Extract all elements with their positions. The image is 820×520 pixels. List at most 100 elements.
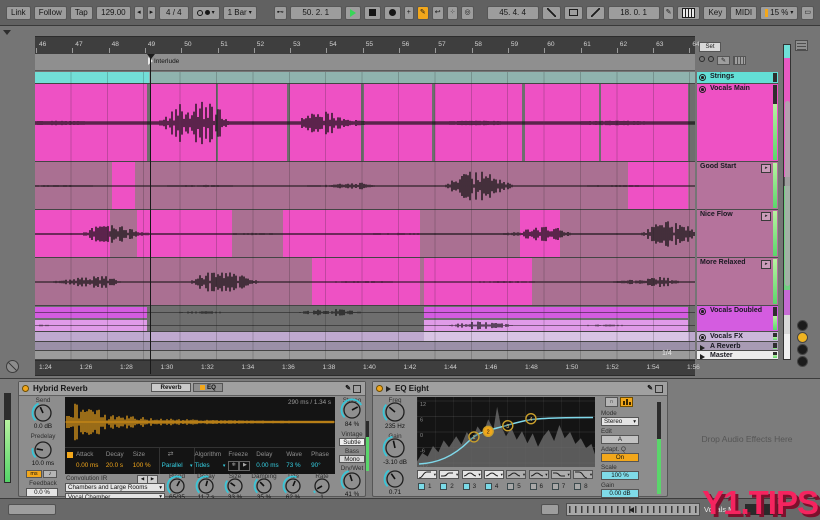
band-on-checkbox[interactable]	[574, 483, 582, 490]
band-filter-type-dropdown[interactable]: ▾	[573, 470, 594, 479]
band-on-checkbox[interactable]	[440, 483, 448, 490]
fold-arrow-icon[interactable]	[3, 30, 11, 35]
nudge-up-button[interactable]: ▸	[146, 5, 157, 20]
audio-clip[interactable]	[148, 72, 695, 83]
clip-overview-zoom-button[interactable]	[541, 504, 559, 515]
loop-button[interactable]	[563, 5, 583, 20]
io-toggle-icon[interactable]	[699, 56, 705, 62]
band-filter-type-dropdown[interactable]: ▾	[550, 470, 571, 479]
time-ruler[interactable]: 1:24 1:26 1:28 1:30 1:32 1:34 1:36 1:38 1:40 1:42…	[35, 360, 700, 376]
decay-param[interactable]: Decay 20.0 s	[106, 448, 133, 474]
clip-lane-good-start[interactable]	[35, 162, 695, 210]
predelay-sync-toggle[interactable]: ♪	[43, 470, 57, 478]
eq-eight-titlebar[interactable]: EQ Eight ✎	[373, 382, 667, 396]
session-record-button[interactable]: ◎	[461, 5, 474, 20]
clip-lane-vocals-doubled[interactable]	[35, 306, 695, 332]
track-activator-icon[interactable]	[699, 308, 706, 315]
mixer-toggle-icon[interactable]	[733, 56, 746, 65]
clip-lane-vocals-fx[interactable]	[35, 332, 695, 342]
scale-value[interactable]: 100 %	[601, 471, 639, 480]
device-on-icon[interactable]	[376, 385, 383, 392]
hybrid-reverb-titlebar[interactable]: Hybrid Reverb Reverb EQ ✎	[19, 382, 365, 396]
freeze-button[interactable]: ❄	[228, 461, 240, 471]
band-on-checkbox[interactable]	[462, 483, 470, 490]
band-filter-type-dropdown[interactable]: ▾	[439, 470, 460, 479]
gain-knob[interactable]	[382, 435, 408, 466]
clip-lane-vocals-main[interactable]	[35, 84, 695, 162]
unfold-track-icon[interactable]: ▸	[761, 164, 771, 173]
locator-lane[interactable]: Interlude	[35, 54, 695, 71]
device-scrollbar[interactable]	[8, 504, 56, 515]
midi-overdub-button[interactable]: +	[403, 5, 414, 20]
loop-start-field[interactable]: 45. 4. 4	[486, 5, 539, 20]
tempo-field[interactable]: 129.00	[95, 5, 132, 20]
audio-clip[interactable]	[35, 351, 695, 359]
freq-knob[interactable]	[382, 399, 408, 430]
time-signature-field[interactable]: 4 / 4	[159, 5, 189, 20]
side-button-1[interactable]	[797, 320, 808, 331]
phase-param[interactable]: Phase 90°	[311, 448, 335, 474]
band-on-checkbox[interactable]	[529, 483, 537, 490]
audio-clip[interactable]	[35, 72, 149, 83]
audio-clip[interactable]	[424, 332, 689, 341]
side-button-2[interactable]	[797, 332, 808, 343]
overview-menu-icon[interactable]	[795, 40, 808, 51]
clip-canvas[interactable]	[35, 72, 695, 360]
band-filter-type-dropdown[interactable]: ▾	[483, 470, 504, 479]
automation-arm-button[interactable]: ✎	[416, 5, 429, 20]
side-button-3[interactable]	[797, 344, 808, 355]
track-header-good-start[interactable]: ▸ Good Start	[697, 162, 778, 210]
track-header-vocals-doubled[interactable]: Vocals Doubled	[697, 306, 778, 332]
link-button[interactable]: Link	[6, 5, 31, 20]
clip-lane-a-reverb[interactable]	[35, 342, 695, 351]
band-filter-type-dropdown[interactable]: ▾	[417, 470, 437, 479]
feedback-value[interactable]: 0.0 %	[26, 488, 58, 497]
key-map-button[interactable]: Key	[703, 5, 728, 20]
tab-eq[interactable]: EQ	[193, 383, 223, 392]
ir-waveform-display[interactable]: 290 ms / 1.34 s	[65, 397, 335, 447]
save-preset-icon[interactable]	[655, 385, 663, 393]
hotswap-icon[interactable]: ✎	[345, 384, 351, 392]
device-hybrid-reverb[interactable]: Hybrid Reverb Reverb EQ ✎ Send 0.0 dB Pr…	[18, 381, 366, 501]
computer-midi-keyboard-button[interactable]	[677, 5, 701, 20]
tap-tempo-button[interactable]: Tap	[69, 5, 93, 20]
save-preset-icon[interactable]	[353, 385, 361, 393]
size-param[interactable]: Size 100 %	[133, 448, 160, 474]
device-eq-eight[interactable]: EQ Eight ✎ Freq 235 Hz Gain -3.10 dB 0.7…	[372, 381, 668, 498]
midi-map-button[interactable]: MIDI	[730, 5, 758, 20]
follow-button[interactable]: Follow	[33, 5, 67, 20]
track-header-more-relaxed[interactable]: ▸ More Relaxed	[697, 258, 778, 306]
track-header-vocals-fx[interactable]: Vocals FX	[697, 332, 778, 342]
q-knob[interactable]	[383, 467, 407, 496]
clip-lane-master[interactable]	[35, 351, 695, 360]
track-header-a-reverb[interactable]: A Reverb	[697, 342, 778, 351]
arrangement-position-field[interactable]: 50. 2. 1	[289, 5, 342, 20]
tab-reverb[interactable]: Reverb	[151, 383, 191, 392]
draw-mode-button[interactable]: ✎	[662, 5, 675, 20]
track-header-master[interactable]: Master	[697, 351, 778, 360]
vertical-scrollbar[interactable]	[784, 101, 790, 286]
ir-category-dropdown[interactable]: Chambers and Large Rooms	[65, 483, 165, 492]
freeze-in-button[interactable]: ▶	[239, 461, 251, 471]
punch-out-button[interactable]	[585, 5, 605, 20]
audio-clip[interactable]	[35, 342, 695, 350]
ir-on-checkbox[interactable]	[67, 452, 73, 458]
band-filter-type-dropdown[interactable]: ▾	[528, 470, 549, 479]
punch-in-button[interactable]	[541, 5, 561, 20]
capture-midi-button[interactable]: ⁘	[446, 5, 459, 20]
device-drop-zone[interactable]: Drop Audio Effects Here	[676, 381, 818, 497]
adapt-q-button[interactable]: On	[601, 453, 639, 462]
send-knob[interactable]	[31, 401, 55, 430]
band-filter-type-dropdown[interactable]: ▾	[506, 470, 527, 479]
band-on-checkbox[interactable]	[551, 483, 559, 490]
hotswap-icon[interactable]: ✎	[647, 384, 653, 392]
clip-lane-strings[interactable]	[35, 72, 695, 84]
predelay-ms-toggle[interactable]: ms	[26, 470, 42, 478]
device-on-icon[interactable]	[22, 385, 29, 392]
attack-param[interactable]: Attack 0.00 ms	[76, 448, 106, 474]
vintage-selector[interactable]: Subtle	[339, 438, 365, 446]
clip-lane-nice-flow[interactable]	[35, 210, 695, 258]
metronome-button[interactable]: ▾	[191, 5, 220, 20]
drywet-knob[interactable]	[340, 469, 364, 498]
cpu-meter[interactable]: 15 % ▾	[760, 5, 799, 20]
